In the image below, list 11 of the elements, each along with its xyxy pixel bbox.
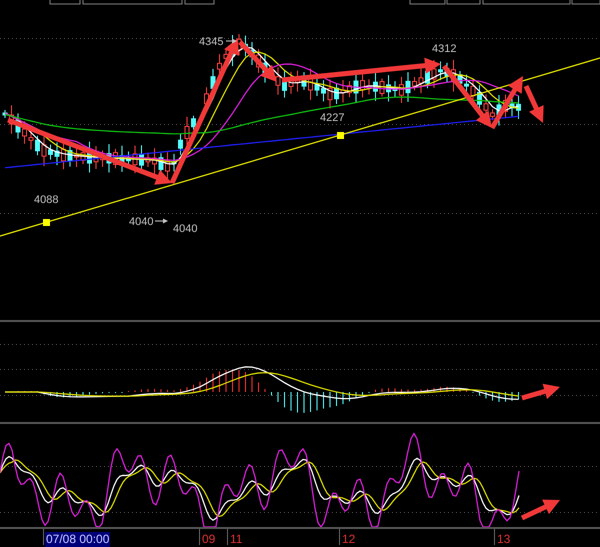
price-label: 4227 [320,112,344,124]
price-label: 4040 [173,223,198,235]
price-label: 4345 [199,36,224,48]
time-label: 13 [496,532,512,547]
price-label: 4040 [129,216,154,228]
price-label: 4088 [34,194,58,206]
time-label: 11 [229,532,244,547]
time-label: 07/08 00:00 [45,532,110,547]
time-label: 12 [341,532,356,547]
time-label: 09 [201,532,216,547]
price-label: 4312 [432,43,456,55]
